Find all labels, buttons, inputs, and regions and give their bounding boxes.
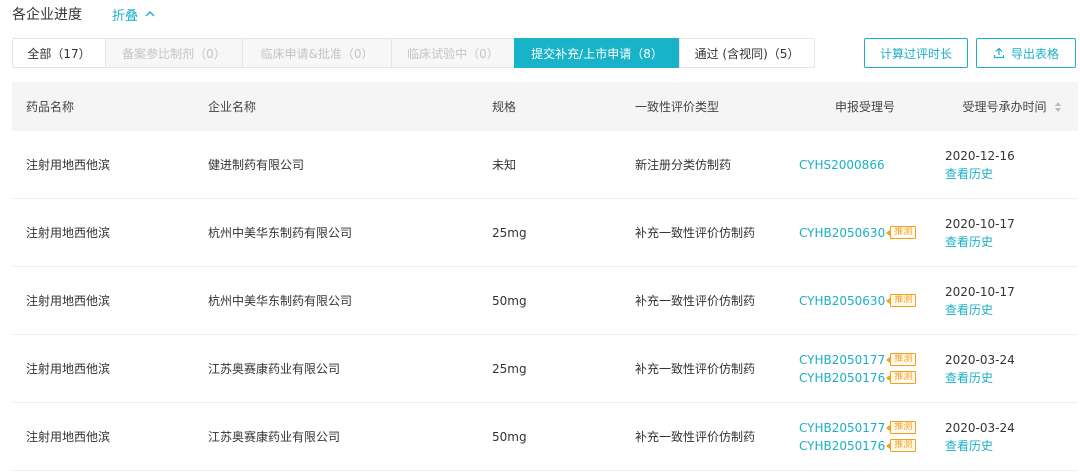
cell-acceptance-number: CYHB2050630 推测 (785, 292, 931, 310)
header-spec: 规格 (492, 100, 517, 114)
calc-duration-button[interactable]: 计算过评时长 (864, 38, 968, 68)
acceptance-code-line: CYHS2000866 (799, 156, 931, 174)
header-acceptance-date[interactable]: 受理号承办时间 (931, 98, 1078, 115)
cell-evaluation-type: 补充一致性评价仿制药 (635, 362, 756, 376)
cell-evaluation-type: 新注册分类仿制药 (635, 158, 732, 172)
inferred-badge: 推测 (886, 294, 917, 307)
table-row: 注射用地西他滨 杭州中美华东制药有限公司 50mg 补充一致性评价仿制药 CYHB205… (12, 267, 1078, 335)
upload-icon (993, 47, 1005, 59)
cell-acceptance-date: 2020-03-24 查看历史 (931, 351, 1078, 387)
header-evaluation-type: 一致性评价类型 (635, 100, 720, 114)
cell-acceptance-date: 2020-10-17 查看历史 (931, 215, 1078, 251)
cell-acceptance-number: CYHS2000866 (785, 156, 931, 174)
calc-duration-label: 计算过评时长 (879, 46, 952, 61)
table-row: 注射用地西他滨 江苏奥赛康药业有限公司 25mg 补充一致性评价仿制药 CYHB2050… (12, 335, 1078, 403)
export-table-label: 导出表格 (1010, 46, 1059, 61)
cell-drug-name: 注射用地西他滨 (26, 294, 111, 308)
cell-drug-name: 注射用地西他滨 (26, 158, 111, 172)
acceptance-code-link[interactable]: CYHB2050177 (799, 351, 885, 369)
cell-evaluation-type: 补充一致性评价仿制药 (635, 294, 756, 308)
inferred-badge: 推测 (886, 353, 917, 366)
view-history-link[interactable]: 查看历史 (945, 233, 1078, 251)
cell-company-name: 江苏奥赛康药业有限公司 (208, 362, 341, 376)
cell-spec: 50mg (492, 429, 527, 444)
acceptance-date: 2020-10-17 (945, 284, 1015, 299)
cell-acceptance-number: CYHB2050177 推测 CYHB2050176 推测 (785, 419, 931, 455)
tab-submitted-application[interactable]: 提交补充/上市申请（8） (514, 38, 680, 68)
acceptance-code-line: CYHB2050176 推测 (799, 437, 931, 455)
cell-spec: 25mg (492, 225, 527, 240)
acceptance-code-link[interactable]: CYHB2050630 (799, 224, 885, 242)
acceptance-code-link[interactable]: CYHB2050177 (799, 419, 885, 437)
view-history-link[interactable]: 查看历史 (945, 369, 1078, 387)
cell-acceptance-date: 2020-10-17 查看历史 (931, 283, 1078, 319)
cell-evaluation-type: 补充一致性评价仿制药 (635, 226, 756, 240)
view-history-link[interactable]: 查看历史 (945, 165, 1078, 183)
tab-clinical-application: 临床申请&批准（0） (242, 38, 392, 68)
inferred-badge: 推测 (886, 421, 917, 434)
tab-all[interactable]: 全部（17） (12, 38, 106, 68)
cell-drug-name: 注射用地西他滨 (26, 226, 111, 240)
header-acceptance-date-label: 受理号承办时间 (962, 100, 1047, 114)
tab-reference-filing: 备案参比制剂（0） (105, 38, 243, 68)
inferred-badge: 推测 (886, 226, 917, 239)
table-row: 注射用地西他滨 江苏奥赛康药业有限公司 50mg 补充一致性评价仿制药 CYHB2050… (12, 403, 1078, 471)
acceptance-code-link[interactable]: CYHB2050630 (799, 292, 885, 310)
table-body: 注射用地西他滨 健进制药有限公司 未知 新注册分类仿制药 CYHS2000866 2020… (12, 131, 1078, 471)
view-history-link[interactable]: 查看历史 (945, 301, 1078, 319)
acceptance-code-line: CYHB2050176 推测 (799, 369, 931, 387)
cell-drug-name: 注射用地西他滨 (26, 430, 111, 444)
cell-acceptance-number: CYHB2050630 推测 (785, 224, 931, 242)
acceptance-date: 2020-03-24 (945, 420, 1015, 435)
acceptance-code-line: CYHB2050177 推测 (799, 351, 931, 369)
tab-clinical-trial: 临床试验中（0） (391, 38, 515, 68)
acceptance-code-line: CYHB2050630 推测 (799, 224, 931, 242)
sort-icon[interactable] (1054, 101, 1061, 112)
cell-acceptance-date: 2020-12-16 查看历史 (931, 147, 1078, 183)
chevron-up-icon (145, 11, 155, 17)
cell-company-name: 杭州中美华东制药有限公司 (208, 226, 353, 240)
acceptance-code-line: CYHB2050177 推测 (799, 419, 931, 437)
table-header: 药品名称 企业名称 规格 一致性评价类型 申报受理号 受理号承办时间 (12, 82, 1078, 131)
inferred-badge: 推测 (886, 439, 917, 452)
section-header: 各企业进度 折叠 (12, 4, 156, 24)
cell-spec: 未知 (492, 158, 517, 172)
header-drug-name: 药品名称 (26, 100, 75, 114)
toolbar-actions: 计算过评时长 导出表格 (864, 38, 1076, 68)
cell-spec: 50mg (492, 293, 527, 308)
progress-tabs: 全部（17） 备案参比制剂（0） 临床申请&批准（0） 临床试验中（0） 提交补… (12, 38, 815, 68)
progress-table: 药品名称 企业名称 规格 一致性评价类型 申报受理号 受理号承办时间 注射用地西… (12, 82, 1078, 471)
inferred-badge: 推测 (886, 371, 917, 384)
view-history-link[interactable]: 查看历史 (945, 437, 1078, 455)
cell-drug-name: 注射用地西他滨 (26, 362, 111, 376)
acceptance-code-link[interactable]: CYHS2000866 (799, 156, 885, 174)
cell-company-name: 健进制药有限公司 (208, 158, 305, 172)
cell-evaluation-type: 补充一致性评价仿制药 (635, 430, 756, 444)
export-table-button[interactable]: 导出表格 (976, 38, 1076, 68)
acceptance-code-line: CYHB2050630 推测 (799, 292, 931, 310)
section-title: 各企业进度 (12, 7, 82, 23)
fold-toggle[interactable]: 折叠 (112, 5, 156, 24)
acceptance-code-link[interactable]: CYHB2050176 (799, 437, 885, 455)
header-company-name: 企业名称 (208, 100, 257, 114)
acceptance-date: 2020-12-16 (945, 148, 1015, 163)
cell-company-name: 杭州中美华东制药有限公司 (208, 294, 353, 308)
tab-approved[interactable]: 通过 (含视同)（5） (679, 38, 815, 68)
cell-acceptance-date: 2020-03-24 查看历史 (931, 419, 1078, 455)
table-row: 注射用地西他滨 杭州中美华东制药有限公司 25mg 补充一致性评价仿制药 CYHB205… (12, 199, 1078, 267)
fold-label: 折叠 (112, 8, 139, 24)
cell-company-name: 江苏奥赛康药业有限公司 (208, 430, 341, 444)
acceptance-date: 2020-10-17 (945, 216, 1015, 231)
cell-spec: 25mg (492, 361, 527, 376)
acceptance-code-link[interactable]: CYHB2050176 (799, 369, 885, 387)
table-row: 注射用地西他滨 健进制药有限公司 未知 新注册分类仿制药 CYHS2000866 2020… (12, 131, 1078, 199)
header-acceptance-number: 申报受理号 (834, 100, 895, 114)
acceptance-date: 2020-03-24 (945, 352, 1015, 367)
cell-acceptance-number: CYHB2050177 推测 CYHB2050176 推测 (785, 351, 931, 387)
